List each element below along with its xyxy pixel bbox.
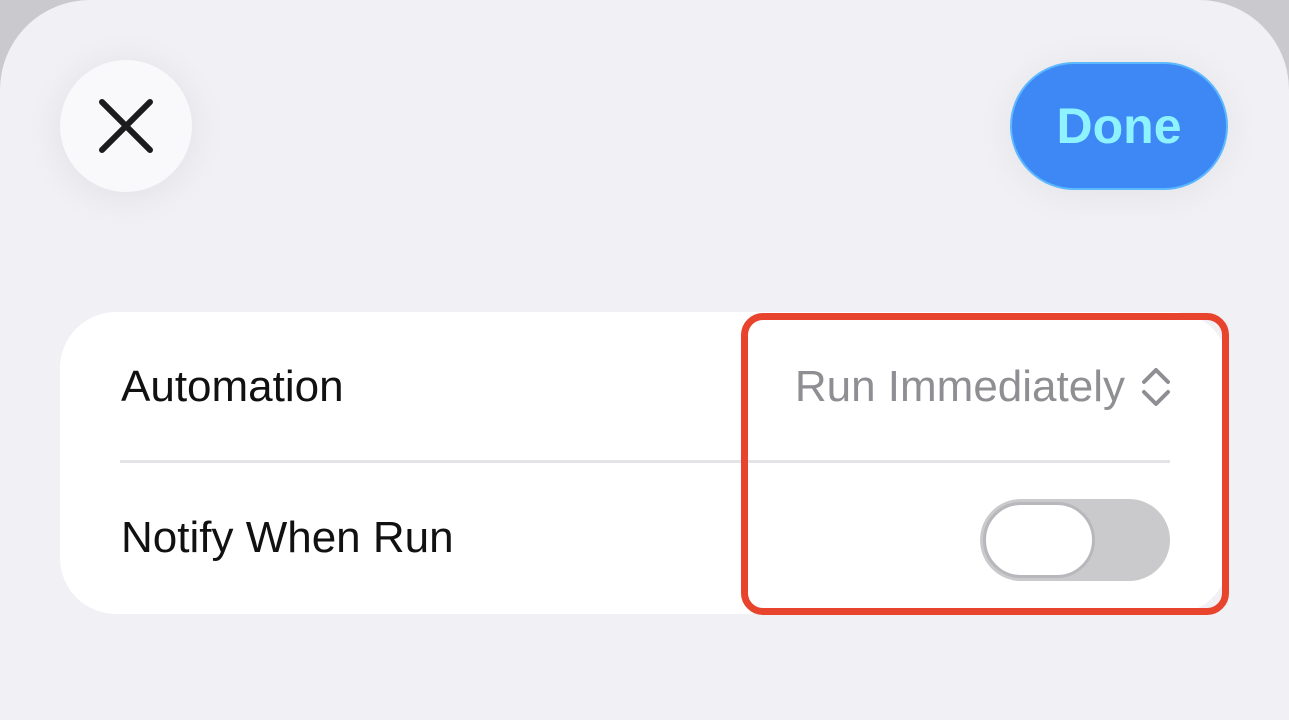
done-button[interactable]: Done: [1010, 62, 1228, 190]
notify-when-run-label: Notify When Run: [121, 513, 454, 562]
automation-row: Automation Run Immediately: [60, 312, 1229, 463]
toggle-knob: [983, 502, 1095, 578]
notify-when-run-toggle[interactable]: [980, 499, 1170, 581]
automation-picker-value: Run Immediately: [794, 362, 1125, 411]
notify-row: Notify When Run: [60, 463, 1229, 613]
automation-label: Automation: [121, 362, 344, 411]
close-button[interactable]: [60, 60, 192, 192]
close-x-icon: [99, 99, 153, 153]
settings-card: Automation Run Immediately Notify When R…: [60, 312, 1229, 614]
automation-picker[interactable]: Run Immediately: [795, 362, 1171, 412]
automation-settings-sheet: Done Automation Run Immediately Notify W…: [0, 0, 1289, 720]
chevron-up-down-icon: [1142, 368, 1170, 406]
